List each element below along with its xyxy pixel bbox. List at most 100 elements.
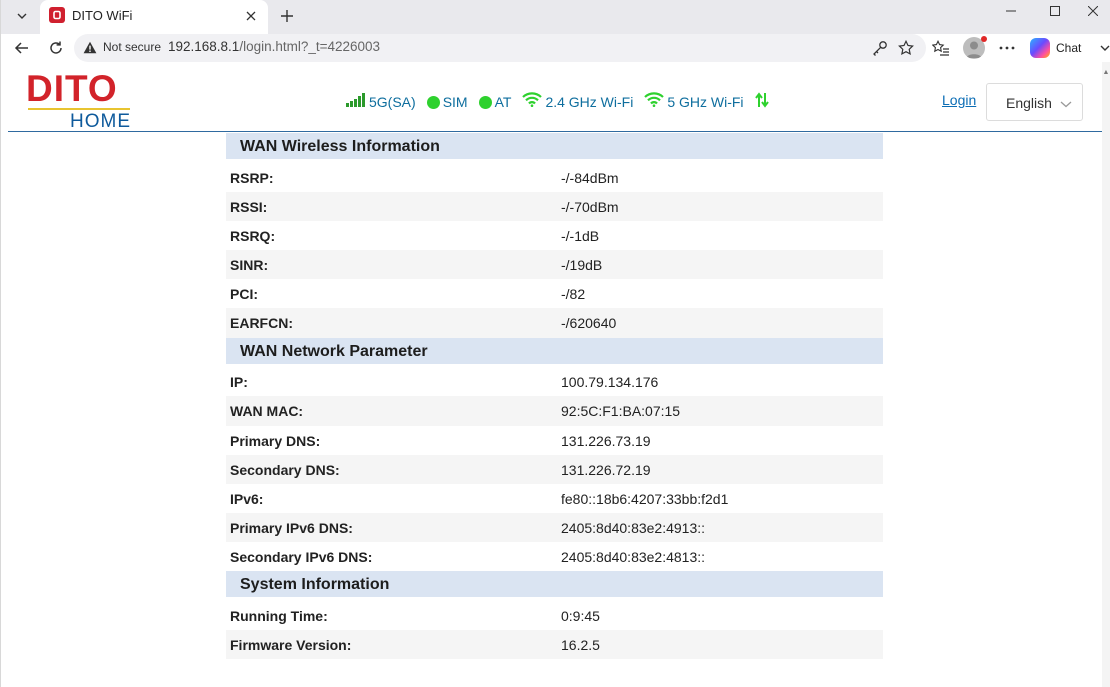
- row-value: 131.226.72.19: [561, 461, 651, 478]
- row-label: Firmware Version:: [230, 637, 352, 654]
- row-value: -/82: [561, 286, 586, 303]
- table-row: Secondary DNS: 131.226.72.19: [226, 454, 883, 484]
- url-host: 192.168.8.1: [168, 39, 240, 54]
- address-bar[interactable]: Not secure 192.168.8.1/login.html?_t=422…: [74, 34, 926, 62]
- signal-bars-icon: [346, 92, 366, 112]
- key-icon[interactable]: [870, 38, 890, 58]
- wifi-5-status: 5 GHz Wi-Fi: [644, 92, 744, 112]
- row-value: 16.2.5: [561, 637, 600, 654]
- row-label: IP:: [230, 374, 248, 391]
- browser-tab-strip: DITO WiFi: [0, 0, 1110, 34]
- row-value: 92:5C:F1:BA:07:15: [561, 403, 681, 420]
- row-label: RSSI:: [230, 198, 268, 215]
- close-window-icon[interactable]: [1076, 0, 1110, 22]
- table-row: SINR: -/19dB: [226, 250, 883, 280]
- table-row: Firmware Version: 16.2.5: [226, 630, 883, 660]
- wifi-5-label: 5 GHz Wi-Fi: [667, 94, 744, 110]
- wifi-24-label: 2.4 GHz Wi-Fi: [545, 94, 634, 110]
- row-value: 131.226.73.19: [561, 432, 651, 449]
- dito-favicon-icon: [49, 7, 65, 23]
- new-tab-plus-icon[interactable]: [274, 3, 300, 29]
- toolbar-overflow-chevron-icon[interactable]: [1094, 37, 1110, 59]
- row-label: SINR:: [230, 257, 269, 274]
- data-transfer-status: [754, 91, 769, 113]
- row-label: EARFCN:: [230, 315, 293, 332]
- row-label: Secondary IPv6 DNS:: [230, 549, 373, 566]
- favorites-list-icon[interactable]: [930, 37, 952, 59]
- table-row: RSSI: -/-70dBm: [226, 191, 883, 221]
- table-row: WAN MAC: 92:5C:F1:BA:07:15: [226, 396, 883, 426]
- url-text[interactable]: 192.168.8.1/login.html?_t=4226003: [168, 39, 380, 54]
- favorite-star-icon[interactable]: [896, 38, 916, 58]
- row-label: PCI:: [230, 286, 258, 303]
- row-value: 0:9:45: [561, 607, 600, 624]
- language-select[interactable]: English: [986, 83, 1083, 121]
- section-title: System Information: [226, 571, 883, 598]
- connection-status-bar: 5G(SA) SIM AT 2.4 GHz Wi-Fi 5 GHz Wi-Fi: [346, 91, 780, 113]
- browser-tab-dito-wifi[interactable]: DITO WiFi: [40, 0, 268, 34]
- at-label: AT: [494, 94, 512, 110]
- chat-label: Chat: [1056, 41, 1082, 55]
- page-scrollbar[interactable]: [1102, 62, 1110, 687]
- table-row: RSRQ: -/-1dB: [226, 221, 883, 250]
- network-status: 5G(SA): [346, 92, 416, 112]
- login-link[interactable]: Login: [942, 92, 976, 108]
- minimize-window-icon[interactable]: [988, 0, 1034, 22]
- logo-home-text: HOME: [70, 111, 131, 132]
- row-label: Secondary DNS:: [230, 461, 340, 478]
- table-row: IPv6: fe80::18b6:4207:33bb:f2d1: [226, 484, 883, 513]
- language-selected-value: English: [1006, 95, 1052, 111]
- row-value: 2405:8d40:83e2:4913::: [561, 520, 706, 537]
- row-label: Primary IPv6 DNS:: [230, 520, 353, 537]
- row-label: IPv6:: [230, 490, 264, 507]
- profile-notification-dot: [981, 36, 987, 42]
- row-label: Primary DNS:: [230, 432, 321, 449]
- table-row: Running Time: 0:9:45: [226, 601, 883, 630]
- logo-dito-text: DITO: [26, 68, 118, 109]
- row-value: -/620640: [561, 315, 617, 332]
- maximize-window-icon[interactable]: [1032, 0, 1078, 22]
- reload-icon[interactable]: [43, 35, 69, 61]
- network-type-label: 5G(SA): [369, 94, 416, 110]
- not-secure-label[interactable]: Not secure: [103, 40, 161, 54]
- more-options-icon[interactable]: [996, 37, 1018, 59]
- warning-triangle-icon[interactable]: [83, 41, 97, 59]
- at-status: AT: [478, 94, 512, 110]
- section-wan-network: WAN Network Parameter IP: 100.79.134.176 …: [226, 337, 883, 572]
- table-row: RSRP: -/-84dBm: [226, 163, 883, 192]
- wifi-24-status: 2.4 GHz Wi-Fi: [522, 92, 633, 112]
- sim-label: SIM: [442, 94, 468, 110]
- router-page-header: DITO HOME 5G(SA) SIM AT 2.4 GHz Wi-Fi 5 …: [0, 62, 1102, 132]
- url-path: /login.html?_t=4226003: [239, 39, 381, 54]
- row-value: -/19dB: [561, 257, 603, 274]
- sim-status: SIM: [426, 94, 468, 110]
- tab-list-chevron-icon[interactable]: [8, 2, 36, 30]
- back-arrow-icon[interactable]: [9, 35, 35, 61]
- row-label: Running Time:: [230, 607, 328, 624]
- browser-toolbar: Not secure 192.168.8.1/login.html?_t=422…: [0, 34, 1110, 62]
- row-value: 2405:8d40:83e2:4813::: [561, 549, 706, 566]
- wifi-24-icon: [522, 92, 543, 112]
- data-transfer-arrows-icon: [754, 91, 769, 113]
- header-divider: [8, 131, 1102, 132]
- row-value: fe80::18b6:4207:33bb:f2d1: [561, 490, 729, 507]
- table-row: Primary DNS: 131.226.73.19: [226, 426, 883, 455]
- scrollbar-up-arrow-icon[interactable]: ▲: [1102, 68, 1110, 76]
- table-row: PCI: -/82: [226, 279, 883, 308]
- section-title: WAN Network Parameter: [226, 337, 883, 364]
- logo-underline: [28, 108, 130, 110]
- row-value: -/-84dBm: [561, 169, 619, 186]
- tab-title: DITO WiFi: [72, 8, 133, 23]
- chevron-down-icon: [1060, 96, 1072, 114]
- tab-close-icon[interactable]: [240, 5, 262, 27]
- sim-status-dot-icon: [426, 95, 440, 109]
- at-status-dot-icon: [478, 95, 492, 109]
- section-title: WAN Wireless Information: [226, 133, 883, 159]
- table-row: IP: 100.79.134.176: [226, 367, 883, 396]
- wifi-5-icon: [644, 92, 665, 112]
- row-value: -/-70dBm: [561, 198, 619, 215]
- table-row: Secondary IPv6 DNS: 2405:8d40:83e2:4813::: [226, 542, 883, 571]
- chat-button[interactable]: Chat: [1030, 35, 1081, 61]
- row-value: 100.79.134.176: [561, 374, 659, 391]
- device-info-panel: WAN Wireless Information RSRP: -/-84dBm R…: [226, 133, 883, 660]
